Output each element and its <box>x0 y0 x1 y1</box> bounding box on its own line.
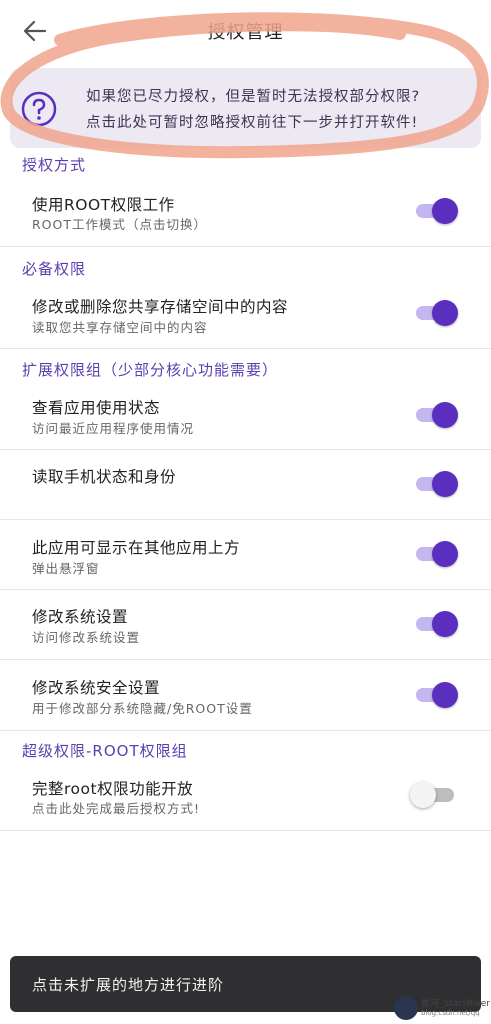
section-header-root: 超级权限-ROOT权限组 <box>22 742 188 760</box>
section-header-required: 必备权限 <box>22 260 87 278</box>
notice-line-2: 点击此处可暂时忽略授权前往下一步并打开软件! <box>86 115 419 131</box>
setting-subtitle: 弹出悬浮窗 <box>32 561 100 576</box>
system-settings-toggle[interactable] <box>414 611 458 637</box>
full-root-toggle[interactable] <box>410 782 458 808</box>
watermark-url: blog.csdn.net/qq <box>421 1009 480 1017</box>
section-header-extended: 扩展权限组（少部分核心功能需要） <box>22 361 279 379</box>
page-title: 授权管理 <box>207 22 284 43</box>
watermark-name: 星河_StarsRiver <box>421 999 490 1009</box>
toast-text: 点击未扩展的地方进行进阶 <box>32 976 225 994</box>
watermark: 星河_StarsRiver blog.csdn.net/qq <box>394 994 491 1024</box>
phone-state-toggle[interactable] <box>414 471 458 497</box>
setting-title: 查看应用使用状态 <box>32 399 161 417</box>
setting-row-system-settings[interactable]: 修改系统设置 访问修改系统设置 <box>0 590 491 660</box>
setting-title: 此应用可显示在其他应用上方 <box>32 539 241 557</box>
setting-title: 完整root权限功能开放 <box>32 780 194 798</box>
setting-row-root-mode[interactable]: 使用ROOT权限工作 ROOT工作模式（点击切换） <box>0 180 491 247</box>
setting-subtitle: 点击此处完成最后授权方式! <box>32 801 201 816</box>
section-header-auth-mode: 授权方式 <box>22 156 87 174</box>
setting-row-usage-stats[interactable]: 查看应用使用状态 访问最近应用程序使用情况 <box>0 383 491 450</box>
app-bar: 授权管理 <box>0 0 491 62</box>
usage-stats-toggle[interactable] <box>414 402 458 428</box>
setting-subtitle: 用于修改部分系统隐藏/免ROOT设置 <box>32 701 253 716</box>
notice-line-1: 如果您已尽力授权，但是暂时无法授权部分权限? <box>86 89 421 105</box>
setting-subtitle: 读取您共享存储空间中的内容 <box>32 320 208 335</box>
watermark-avatar <box>394 996 418 1020</box>
setting-subtitle: 访问最近应用程序使用情况 <box>32 421 195 436</box>
skip-authorization-notice[interactable]: 如果您已尽力授权，但是暂时无法授权部分权限? 点击此处可暂时忽略授权前往下一步并… <box>10 68 481 148</box>
setting-row-full-root[interactable]: 完整root权限功能开放 点击此处完成最后授权方式! <box>0 764 491 831</box>
secure-settings-toggle[interactable] <box>414 682 458 708</box>
overlay-toggle[interactable] <box>414 541 458 567</box>
setting-subtitle: 访问修改系统设置 <box>32 630 141 645</box>
setting-row-phone-state[interactable]: 读取手机状态和身份 <box>0 450 491 520</box>
setting-title: 使用ROOT权限工作 <box>32 196 175 214</box>
setting-title: 修改或删除您共享存储空间中的内容 <box>32 298 289 316</box>
storage-toggle[interactable] <box>414 300 458 326</box>
setting-title: 读取手机状态和身份 <box>32 468 177 486</box>
setting-row-secure-settings[interactable]: 修改系统安全设置 用于修改部分系统隐藏/免ROOT设置 <box>0 660 491 731</box>
setting-title: 修改系统设置 <box>32 608 129 626</box>
question-circle-icon <box>21 91 57 127</box>
root-mode-toggle[interactable] <box>414 198 458 224</box>
setting-row-storage[interactable]: 修改或删除您共享存储空间中的内容 读取您共享存储空间中的内容 <box>0 282 491 349</box>
setting-subtitle: ROOT工作模式（点击切换） <box>32 217 207 232</box>
setting-title: 修改系统安全设置 <box>32 679 161 697</box>
setting-row-overlay[interactable]: 此应用可显示在其他应用上方 弹出悬浮窗 <box>0 520 491 590</box>
